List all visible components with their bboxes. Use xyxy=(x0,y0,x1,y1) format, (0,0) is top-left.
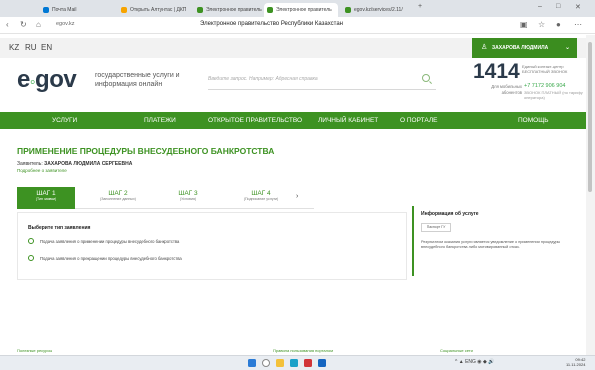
applicant-line: Заявитель: ЗАХАРОВА ЛЮДМИЛА СЕРГЕЕВНА xyxy=(17,161,133,167)
search-icon[interactable] xyxy=(422,74,430,82)
lang-ru[interactable]: RU xyxy=(25,43,37,52)
address-bar: ‹ ↻ ⌂ egov.kz Электронное правительство … xyxy=(0,17,595,34)
search-placeholder: Введите запрос. Например: Адресная справ… xyxy=(208,76,318,82)
browser-tab-bar: Почта Mail Открыть Алтунтас | ДКП Электр… xyxy=(0,0,595,17)
radio-terminate[interactable] xyxy=(28,255,34,261)
option-terminate-label[interactable]: Подача заявления о прекращении процедуры… xyxy=(40,256,182,261)
egov-icon xyxy=(267,7,273,13)
nav-open-government[interactable]: ОТКРЫТОЕ ПРАВИТЕЛЬСТВО xyxy=(208,112,302,129)
option-apply-label[interactable]: Подача заявления о применении процедуры … xyxy=(40,239,179,244)
steps-bar: ШАГ 1 (Тип заявки) ШАГ 2 (Заполнение дан… xyxy=(17,187,314,209)
lang-kz[interactable]: KZ xyxy=(9,43,19,52)
menu-icon[interactable]: ⋯ xyxy=(574,20,582,29)
home-icon[interactable]: ⌂ xyxy=(36,20,41,29)
nav-payments[interactable]: ПЛАТЕЖИ xyxy=(144,112,176,129)
radio-apply[interactable] xyxy=(28,238,34,244)
site-tagline: государственные услуги и информация онла… xyxy=(95,72,180,88)
system-tray[interactable]: ^ ▲ ENG ◉ ◆ 🔊 xyxy=(455,359,495,365)
egov-logo[interactable]: e◦gov xyxy=(17,66,77,94)
nav-help[interactable]: ПОМОЩЬ xyxy=(518,112,549,129)
windows-start-icon[interactable] xyxy=(248,359,256,367)
file-explorer-icon[interactable] xyxy=(276,359,284,367)
mobile-label: Для мобильных абонентов xyxy=(491,84,522,95)
step-2[interactable]: ШАГ 2 (Заполнение данных) xyxy=(87,187,149,209)
app-icon[interactable] xyxy=(304,359,312,367)
hotline-number: 1414 xyxy=(473,60,520,83)
step-3[interactable]: ШАГ 3 (Условия) xyxy=(163,187,213,209)
user-icon: ♙ xyxy=(481,44,488,51)
search-taskbar-icon[interactable] xyxy=(262,359,270,367)
browser-tab-active[interactable]: Электронное правитель xyxy=(264,3,338,17)
profile-icon[interactable]: ● xyxy=(556,20,561,29)
step-4[interactable]: ШАГ 4 (Подписание услуги) xyxy=(227,187,295,209)
browser-tab[interactable]: Электронное правитель xyxy=(194,3,262,17)
step-1[interactable]: ШАГ 1 (Тип заявки) xyxy=(17,187,75,209)
site-icon xyxy=(121,7,127,13)
egov-icon xyxy=(197,7,203,13)
service-info-title: Информация об услуге xyxy=(421,211,479,217)
egov-icon xyxy=(345,7,351,13)
taskbar-clock[interactable]: 09:42 11.11.2024 xyxy=(566,357,585,367)
browser-tab[interactable]: egov.kz/services/2.11/ xyxy=(342,3,412,17)
page-title: ПРИМЕНЕНИЕ ПРОЦЕДУРЫ ВНЕСУДЕБНОГО БАНКРО… xyxy=(17,146,275,156)
browser-tab[interactable]: Почта Mail xyxy=(40,3,100,17)
chevron-right-icon[interactable]: › xyxy=(296,193,298,200)
favorites-icon[interactable]: ☆ xyxy=(538,20,545,29)
nav-about-portal[interactable]: О ПОРТАЛЕ xyxy=(400,112,437,129)
footer-link-resources[interactable]: Полезные ресурсы xyxy=(17,348,52,353)
edge-browser-icon[interactable] xyxy=(290,359,298,367)
mobile-phone: +7 7172 906 904 xyxy=(524,83,566,89)
user-menu-button[interactable]: ♙ ЗАХАРОВА ЛЮДМИЛА ⌄ xyxy=(472,38,577,58)
maximize-button[interactable]: □ xyxy=(556,3,560,10)
back-icon[interactable]: ‹ xyxy=(6,20,9,29)
browser-tab[interactable]: Открыть Алтунтас | ДКП xyxy=(118,3,190,17)
mail-icon xyxy=(43,7,49,13)
footer-link-rules[interactable]: Правила пользования порталом xyxy=(273,348,333,353)
close-window-button[interactable]: ✕ xyxy=(575,3,581,11)
url-field[interactable]: egov.kz xyxy=(56,21,75,27)
browser-page-title: Электронное правительство Республики Каз… xyxy=(200,21,343,27)
lang-en[interactable]: EN xyxy=(41,43,52,52)
reload-icon[interactable]: ↻ xyxy=(20,20,27,29)
search-input[interactable]: Введите запрос. Например: Адресная справ… xyxy=(208,72,436,90)
chevron-down-icon: ⌄ xyxy=(564,45,570,51)
applicant-details-link[interactable]: Подробнее о заявителе xyxy=(17,168,67,173)
form-panel xyxy=(17,212,407,280)
choose-type-label: Выберите тип заявления xyxy=(28,225,91,231)
service-passport-button[interactable]: Паспорт ГУ xyxy=(421,223,451,232)
footer-link-social[interactable]: Социальные сети xyxy=(440,348,473,353)
hotline-caption: Единый контакт-центр БЕСПЛАТНЫЙ ЗВОНОК xyxy=(522,64,568,74)
new-tab-button[interactable]: + xyxy=(418,3,422,10)
nav-services[interactable]: УСЛУГИ xyxy=(52,112,77,129)
mobile-caption: ЗВОНОК ПЛАТНЫЙ (по тарифу оператора) xyxy=(524,90,583,100)
main-nav: УСЛУГИ ПЛАТЕЖИ ОТКРЫТОЕ ПРАВИТЕЛЬСТВО ЛИ… xyxy=(0,112,586,129)
nav-personal-cabinet[interactable]: ЛИЧНЫЙ КАБИНЕТ xyxy=(318,112,378,129)
minimize-button[interactable]: – xyxy=(538,3,542,10)
scrollbar-thumb[interactable] xyxy=(588,42,592,192)
service-info-text: Результатом оказания услуги является уве… xyxy=(421,240,561,249)
app-icon[interactable] xyxy=(318,359,326,367)
extensions-icon[interactable]: ▣ xyxy=(520,20,528,29)
